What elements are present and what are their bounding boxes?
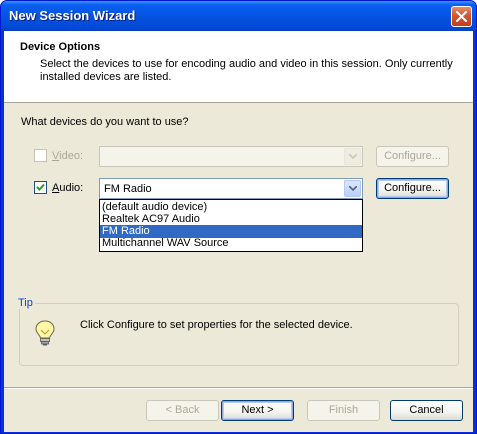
back-button[interactable]: < Back — [146, 400, 219, 421]
tip-groupbox — [19, 303, 459, 366]
checkmark-icon — [36, 183, 45, 191]
video-device-select[interactable] — [99, 146, 363, 167]
cancel-button[interactable]: Cancel — [390, 400, 463, 421]
audio-device-value: FM Radio — [104, 183, 152, 195]
audio-dropdown-arrow[interactable] — [344, 180, 361, 197]
audio-label: Audio: — [52, 182, 84, 194]
footer-separator — [4, 387, 473, 389]
audio-label-rest: udio: — [59, 182, 84, 194]
next-button[interactable]: Next > — [221, 400, 294, 421]
devices-question: What devices do you want to use? — [21, 116, 189, 128]
tip-text: Click Configure to set properties for th… — [80, 319, 353, 331]
video-label: Video: — [52, 150, 83, 162]
wizard-header: Device Options Select the devices to use… — [4, 31, 473, 103]
video-label-rest: ideo: — [59, 150, 83, 162]
audio-checkbox[interactable] — [34, 181, 47, 194]
wizard-window: New Session Wizard Device Options Select… — [0, 0, 477, 434]
audio-device-select[interactable]: FM Radio — [99, 178, 363, 199]
page-description: Select the devices to use for encoding a… — [40, 58, 453, 83]
close-button[interactable] — [451, 6, 472, 27]
dialog-body: Device Options Select the devices to use… — [4, 31, 473, 432]
page-title: Device Options — [20, 41, 101, 53]
video-checkbox[interactable] — [34, 149, 47, 162]
close-icon — [456, 11, 467, 22]
video-dropdown-arrow[interactable] — [344, 148, 361, 165]
dropdown-option[interactable]: Multichannel WAV Source — [100, 237, 362, 250]
chevron-down-icon — [349, 186, 357, 191]
audio-configure-button[interactable]: Configure... — [376, 178, 449, 199]
tip-legend: Tip — [16, 297, 35, 309]
window-title: New Session Wizard — [9, 8, 136, 23]
lightbulb-icon — [35, 320, 55, 346]
title-bar[interactable]: New Session Wizard — [1, 1, 476, 31]
chevron-down-icon — [349, 154, 357, 159]
audio-device-dropdown-list: (default audio device) Realtek AC97 Audi… — [99, 199, 363, 252]
video-configure-button[interactable]: Configure... — [376, 146, 449, 167]
finish-button[interactable]: Finish — [307, 400, 380, 421]
